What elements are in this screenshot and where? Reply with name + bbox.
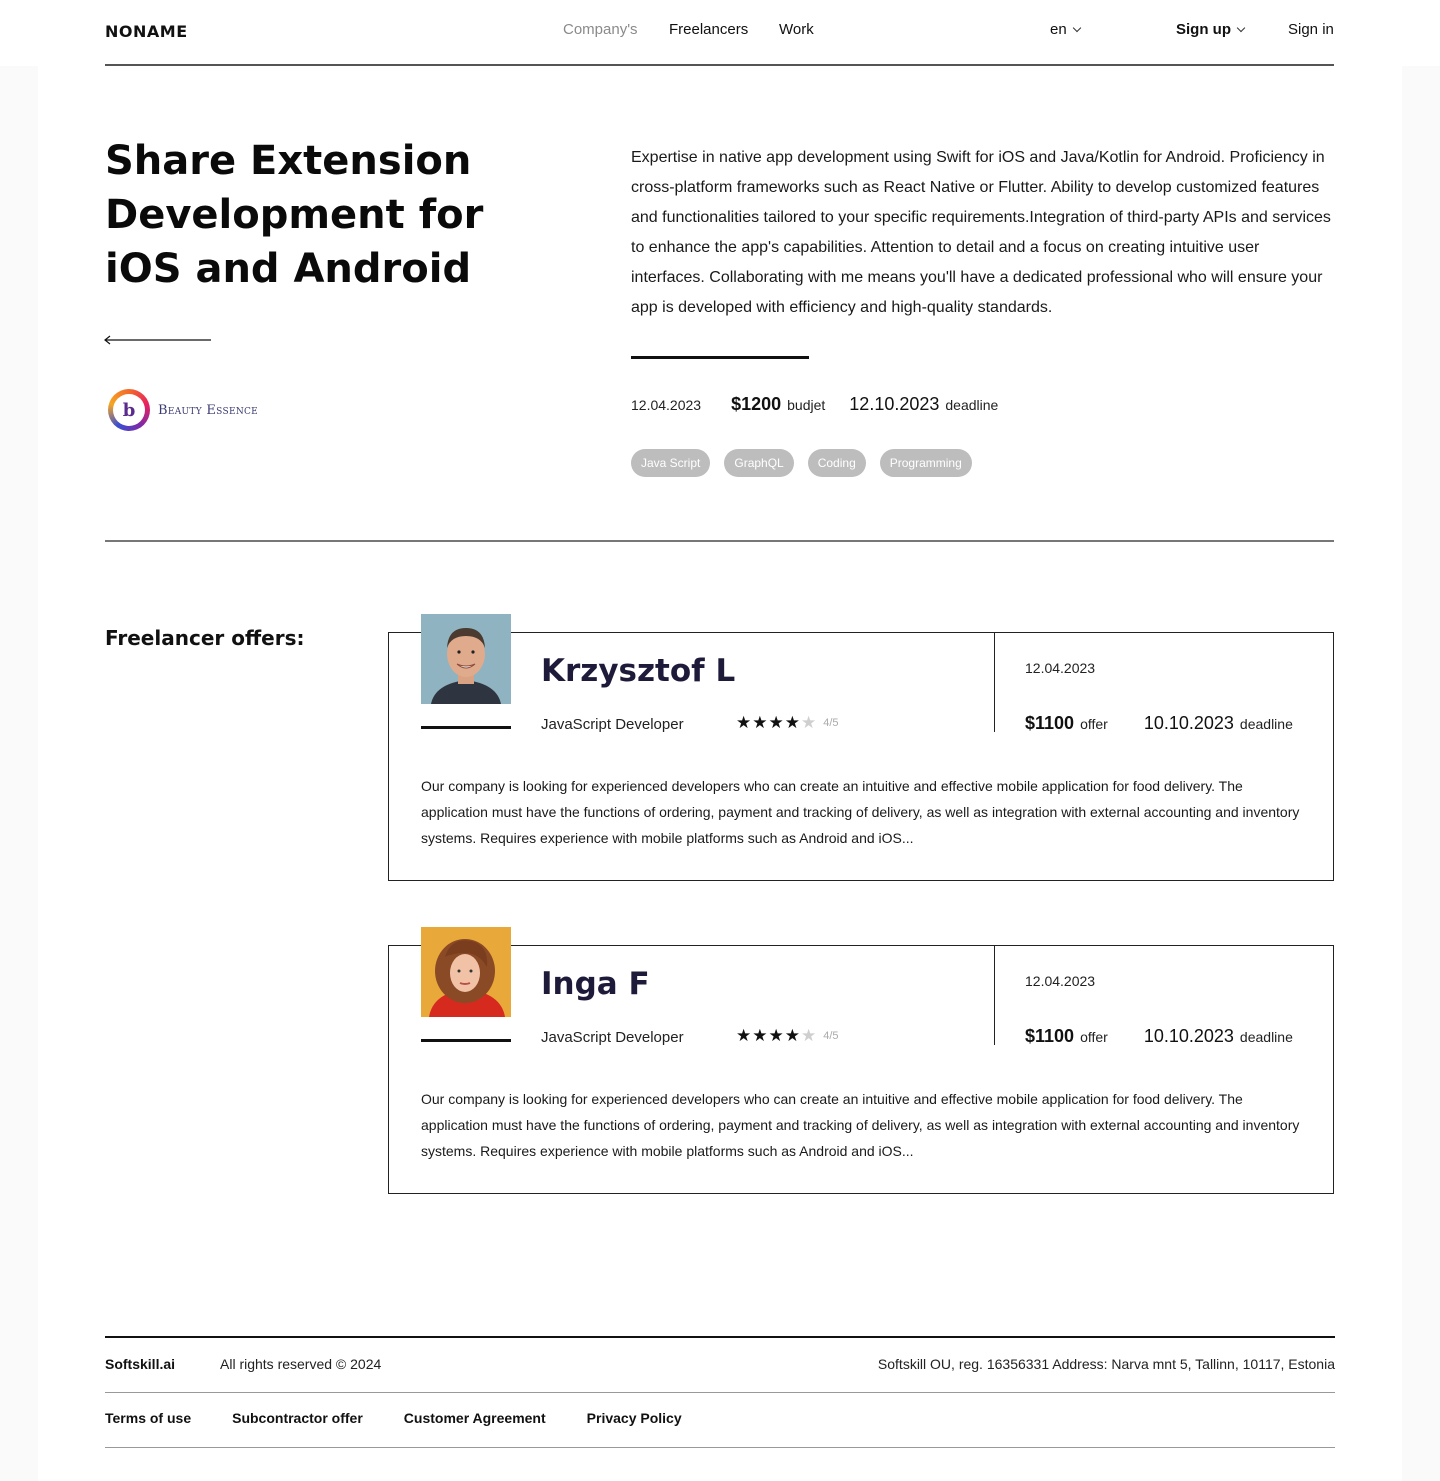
offer-deadline-label: deadline [1239,716,1293,732]
right-side-band [1402,66,1440,1481]
project-date: 12.04.2023 [631,397,702,413]
freelancer-name[interactable]: Inga F [541,966,650,1002]
project-description: Expertise in native app development usin… [631,149,1331,316]
project-deadline: 12.10.2023 [849,394,940,414]
nav-companies[interactable]: Company's [563,21,638,38]
footer-top-divider [105,1336,1335,1338]
footer-brand[interactable]: Softskill.ai [105,1356,175,1372]
star-icon: ★ [784,713,800,732]
nav-freelancers[interactable]: Freelancers [669,21,748,38]
offer-card[interactable]: Inga F JavaScript Developer ★ ★ ★ ★ ★ 4/… [388,927,1334,1194]
offer-card[interactable]: Krzysztof L JavaScript Developer ★ ★ ★ ★… [388,614,1334,881]
star-icon: ★ [768,1026,784,1045]
rating-text: 4/5 [823,1030,839,1042]
project-title: Share Extension Development for iOS and … [105,138,484,292]
footer-bottom-divider [105,1447,1335,1448]
client-name: Beauty Essence [158,402,259,418]
language-label: en [1050,21,1067,38]
budget-label: budjet [787,397,826,413]
client-brand[interactable]: b Beauty Essence [108,389,258,431]
signin-link[interactable]: Sign in [1288,21,1334,38]
offer-text: Our company is looking for experienced d… [421,778,1300,846]
language-selector[interactable]: en [1050,21,1081,38]
client-logo: b [108,389,150,431]
footer-link-agreement[interactable]: Customer Agreement [404,1410,546,1426]
offer-label: offer [1080,716,1108,732]
freelancer-role: JavaScript Developer [541,1029,684,1046]
offers-heading: Freelancer offers: [105,626,305,650]
tag-javascript[interactable]: Java Script [631,449,711,477]
star-empty-icon: ★ [801,1026,817,1045]
description-underline [631,356,809,359]
rating-text: 4/5 [823,717,839,729]
section-divider [105,540,1334,542]
project-budget: $1200 [731,394,782,414]
card-vertical-divider [994,946,995,1045]
freelancer-avatar [421,614,511,704]
footer-address: Softskill OU, reg. 16356331 Address: Nar… [877,1356,1335,1372]
star-icon: ★ [752,713,768,732]
freelancer-name[interactable]: Krzysztof L [541,653,735,689]
nav-work[interactable]: Work [779,21,814,38]
footer-links: Terms of use Subcontractor offer Custome… [105,1410,682,1426]
offer-deadline-label: deadline [1239,1029,1293,1045]
deadline-label: deadline [945,397,999,413]
rating-stars: ★ ★ ★ ★ ★ 4/5 [736,713,839,733]
star-icon: ★ [784,1026,800,1045]
star-icon: ★ [752,1026,768,1045]
avatar-underline [421,1039,511,1042]
offer-label: offer [1080,1029,1108,1045]
tag-list: Java Script GraphQL Coding Programming [631,449,972,477]
signup-dropdown[interactable]: Sign up [1176,21,1246,38]
left-side-band [0,66,38,1481]
footer-link-privacy[interactable]: Privacy Policy [587,1410,682,1426]
tag-graphql[interactable]: GraphQL [724,449,794,477]
star-empty-icon: ★ [801,713,817,732]
offer-amount: $1100 [1025,1026,1075,1046]
back-arrow-icon[interactable] [104,333,212,347]
footer-link-subcontractor[interactable]: Subcontractor offer [232,1410,363,1426]
freelancer-role: JavaScript Developer [541,716,684,733]
freelancer-avatar [421,927,511,1017]
star-icon: ★ [736,1026,752,1045]
signup-label: Sign up [1176,21,1231,38]
avatar-underline [421,726,511,729]
rating-stars: ★ ★ ★ ★ ★ 4/5 [736,1026,839,1046]
star-icon: ★ [736,713,752,732]
offer-amount: $1100 [1025,713,1075,733]
footer-link-terms[interactable]: Terms of use [105,1410,191,1426]
star-icon: ★ [768,713,784,732]
offer-date: 12.04.2023 [1025,660,1096,676]
site-logo[interactable]: NONAME [105,22,188,41]
chevron-down-icon [1072,23,1081,33]
footer-middle-divider [105,1392,1335,1393]
client-logo-letter: b [113,394,145,426]
offer-meta: $1100 offer 10.10.2023 deadline [1025,1026,1293,1047]
offer-date: 12.04.2023 [1025,973,1096,989]
offer-text: Our company is looking for experienced d… [421,1091,1300,1159]
footer-copyright: All rights reserved © 2024 [220,1356,382,1372]
header-divider [105,64,1334,66]
tag-programming[interactable]: Programming [879,449,972,477]
offer-deadline: 10.10.2023 [1143,713,1234,733]
card-vertical-divider [994,633,995,732]
tag-coding[interactable]: Coding [807,449,866,477]
chevron-down-icon [1236,23,1246,33]
offer-meta: $1100 offer 10.10.2023 deadline [1025,713,1293,734]
project-meta: 12.04.2023 $1200 budjet 12.10.2023 deadl… [631,394,998,415]
offer-deadline: 10.10.2023 [1143,1026,1234,1046]
